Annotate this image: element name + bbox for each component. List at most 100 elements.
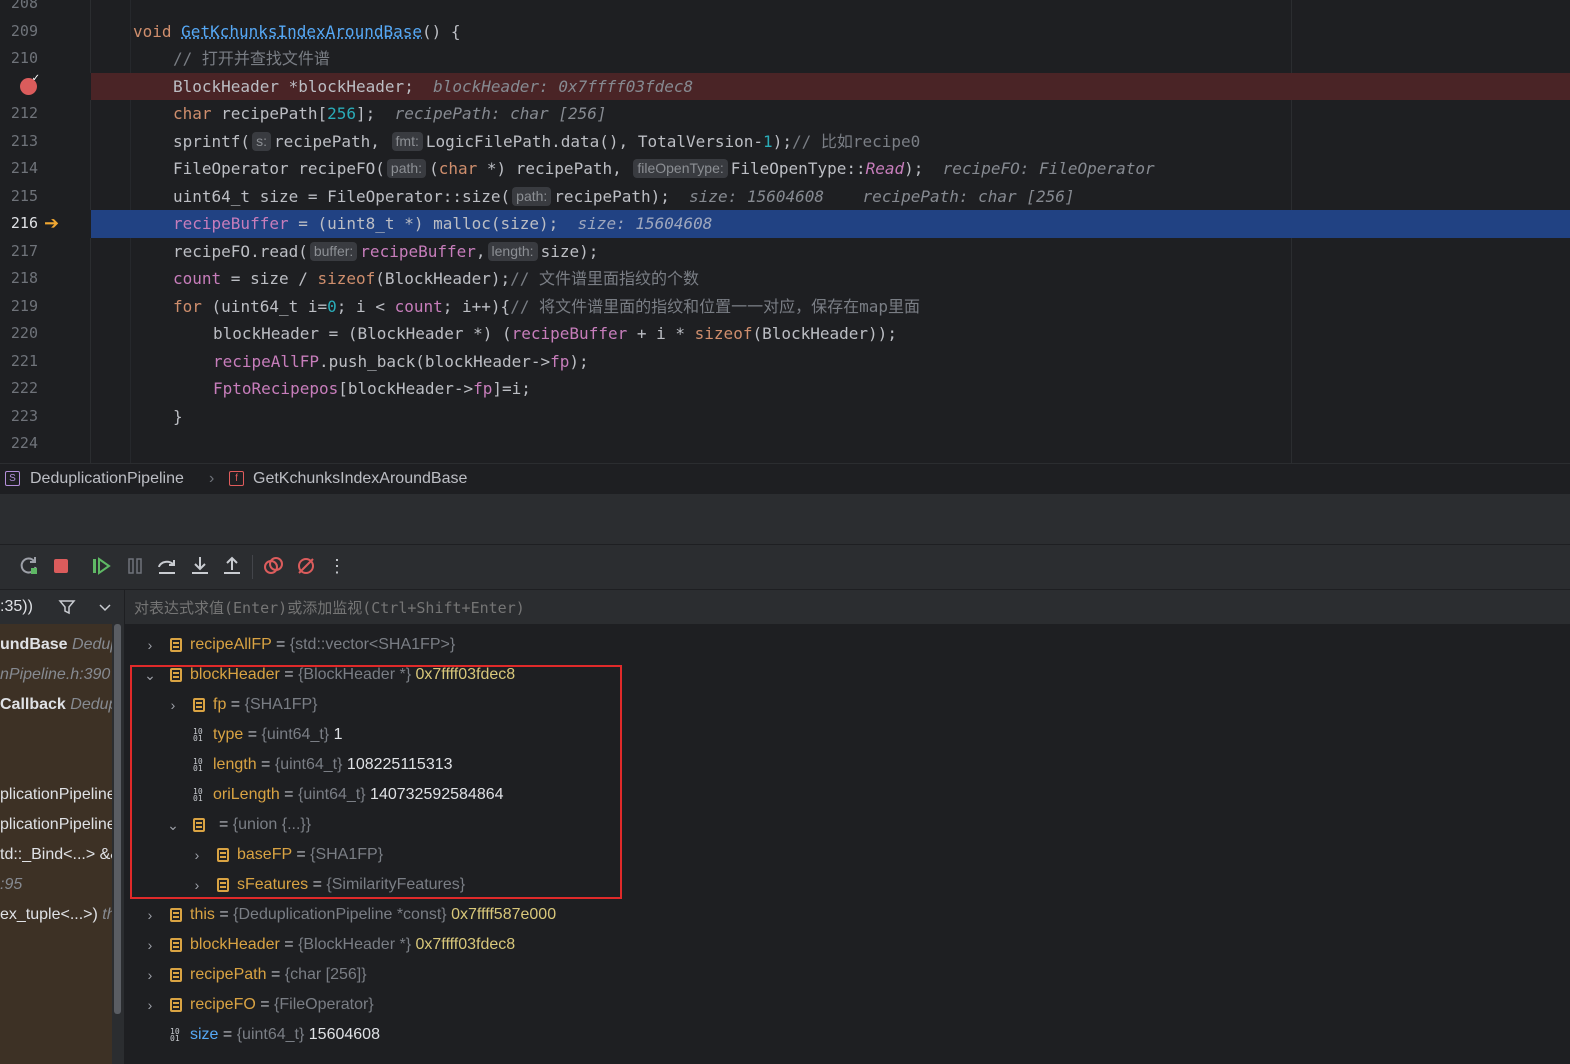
line-number: 209	[10, 21, 38, 40]
code-line[interactable]: 212 char recipePath[256]; recipePath: ch…	[0, 100, 1570, 128]
code-text: }	[173, 406, 183, 426]
frame-item[interactable]: td::_Bind<...> &&	[0, 840, 112, 870]
code-text: FptoRecipepos[blockHeader->fp]=i;	[213, 379, 531, 398]
stop-icon[interactable]	[50, 555, 72, 577]
filter-icon[interactable]	[58, 598, 76, 621]
evaluate-expression-input[interactable]	[125, 590, 1570, 626]
line-number: 218	[10, 269, 38, 287]
code-text: recipeBuffer = (uint8_t *) malloc(size);…	[173, 214, 713, 233]
code-line[interactable]: 224	[0, 430, 1570, 458]
frame-item[interactable]: plicationPipeline	[0, 780, 112, 810]
debug-panel-header	[0, 494, 1570, 545]
inline-value-hint: recipePath: char [256]	[394, 104, 607, 123]
chevron-right-icon[interactable]: ›	[143, 990, 157, 1020]
param-hint: s:	[252, 131, 271, 151]
chevron-right-icon[interactable]: ›	[143, 960, 157, 990]
code-line[interactable]: 208	[0, 0, 1570, 18]
frames-scrollbar[interactable]	[112, 624, 124, 1064]
primitive-icon: 10 01	[193, 787, 203, 803]
chevron-right-icon[interactable]: ›	[190, 840, 204, 870]
code-line[interactable]: 222 FptoRecipepos[blockHeader->fp]=i;	[0, 375, 1570, 403]
object-icon	[170, 638, 182, 652]
line-number: 208	[10, 0, 38, 12]
frames-list[interactable]: undBase Dedup nPipeline.h:390 Callback D…	[0, 624, 112, 1064]
code-text: uint64_t size = FileOperator::size(path:…	[173, 186, 1075, 206]
code-editor[interactable]: 208 209 void GetKchunksIndexAroundBase()…	[0, 0, 1570, 463]
code-line[interactable]: 217 recipeFO.read(buffer: recipeBuffer, le…	[0, 238, 1570, 266]
inline-value-hint: size: 15604608	[577, 214, 713, 233]
step-into-icon[interactable]	[189, 555, 211, 577]
code-line[interactable]: 210 // 打开并查找文件谱	[0, 45, 1570, 73]
param-hint: length:	[487, 241, 538, 261]
object-icon	[193, 818, 205, 832]
code-text: recipeFO.read(buffer: recipeBuffer, length…	[173, 241, 599, 261]
code-line[interactable]: 220 blockHeader = (BlockHeader *) (recip…	[0, 320, 1570, 348]
code-text: count = size / sizeof(BlockHeader);// 文件…	[173, 269, 700, 288]
thread-selector[interactable]: :35))	[0, 589, 124, 625]
chevron-down-icon[interactable]	[96, 598, 114, 621]
breadcrumb-function[interactable]: GetKchunksIndexAroundBase	[253, 464, 467, 494]
mute-breakpoints-icon[interactable]	[295, 555, 317, 577]
frame-item[interactable]: Callback Dedup	[0, 690, 112, 720]
function-icon: f	[229, 471, 244, 486]
code-line[interactable]: 215 uint64_t size = FileOperator::size(p…	[0, 183, 1570, 211]
chevron-right-icon[interactable]: ›	[143, 930, 157, 960]
step-over-icon[interactable]	[156, 555, 178, 577]
line-number: 219	[10, 296, 38, 315]
variables-tree[interactable]: › recipeAllFP = {std::vector<SHA1FP>} ⌄ …	[125, 624, 1570, 1064]
chevron-right-icon[interactable]: ›	[190, 870, 204, 900]
inline-value-hint: recipePath: char [256]	[862, 186, 1075, 206]
param-hint: fileOpenType:	[633, 159, 728, 178]
object-icon	[193, 698, 205, 712]
param-hint: buffer:	[309, 241, 358, 261]
code-line[interactable]: 209 void GetKchunksIndexAroundBase() {	[0, 18, 1570, 46]
more-icon[interactable]: ⋮	[326, 555, 348, 577]
code-text: sprintf(s: recipePath, fmt: LogicFilePath.…	[173, 131, 921, 151]
frame-item[interactable]: undBase Dedup	[0, 630, 112, 660]
chevron-right-icon[interactable]: ›	[166, 690, 180, 720]
evaluate-expression-bar	[125, 589, 1570, 626]
breakpoint-icon[interactable]	[20, 73, 40, 95]
code-line-execution-point[interactable]: 216 ➔ recipeBuffer = (uint8_t *) malloc(…	[0, 210, 1570, 238]
rerun-icon[interactable]	[18, 555, 40, 577]
inline-value-hint: recipeFO: FileOperator	[942, 159, 1155, 178]
code-line[interactable]: 219 for (uint64_t i=0; i < count; i++){/…	[0, 293, 1570, 321]
object-icon	[170, 998, 182, 1012]
code-text: recipeAllFP.push_back(blockHeader->fp);	[213, 351, 589, 371]
breadcrumb: S DeduplicationPipeline › f GetKchunksIn…	[0, 463, 1570, 494]
primitive-icon: 10 01	[193, 727, 203, 743]
chevron-down-icon[interactable]: ⌄	[166, 810, 180, 840]
frame-item[interactable]: ex_tuple<...>) th	[0, 900, 112, 930]
pause-icon[interactable]	[124, 555, 146, 577]
code-line[interactable]: 218 count = size / sizeof(BlockHeader);/…	[0, 265, 1570, 293]
code-text: BlockHeader *blockHeader; blockHeader: 0…	[173, 76, 694, 96]
line-number: 213	[10, 131, 38, 150]
object-icon	[170, 938, 182, 952]
chevron-right-icon[interactable]: ›	[143, 630, 157, 660]
code-line[interactable]: 221 recipeAllFP.push_back(blockHeader->f…	[0, 348, 1570, 376]
debug-toolbar: ⋮	[0, 545, 1570, 589]
object-icon	[170, 668, 182, 682]
frame-item[interactable]: :95	[0, 870, 112, 900]
primitive-icon: 10 01	[193, 757, 203, 773]
object-icon	[217, 848, 229, 862]
step-out-icon[interactable]	[221, 555, 243, 577]
frame-item[interactable]: nPipeline.h:390	[0, 660, 112, 690]
inline-value-hint: blockHeader: 0x7ffff03fdec8	[433, 76, 694, 96]
code-line-breakpoint[interactable]: BlockHeader *blockHeader; blockHeader: 0…	[0, 72, 1570, 100]
code-text: blockHeader = (BlockHeader *) (recipeBuf…	[213, 324, 897, 343]
object-icon	[170, 968, 182, 982]
frame-item[interactable]: plicationPipeline	[0, 810, 112, 840]
code-line[interactable]: 223 }	[0, 403, 1570, 431]
code-line[interactable]: 214 FileOperator recipeFO(path: (char *) …	[0, 155, 1570, 183]
view-breakpoints-icon[interactable]	[262, 555, 284, 577]
code-line[interactable]: 213 sprintf(s: recipePath, fmt: LogicFileP…	[0, 128, 1570, 156]
resume-icon[interactable]	[90, 555, 112, 577]
chevron-right-icon[interactable]: ›	[143, 900, 157, 930]
line-number: 210	[10, 49, 38, 67]
primitive-icon: 10 01	[170, 1027, 180, 1043]
scrollbar-thumb[interactable]	[114, 624, 121, 1014]
code-text: for (uint64_t i=0; i < count; i++){// 将文…	[173, 296, 920, 316]
breadcrumb-class[interactable]: DeduplicationPipeline	[30, 464, 184, 494]
chevron-down-icon[interactable]: ⌄	[143, 660, 157, 690]
